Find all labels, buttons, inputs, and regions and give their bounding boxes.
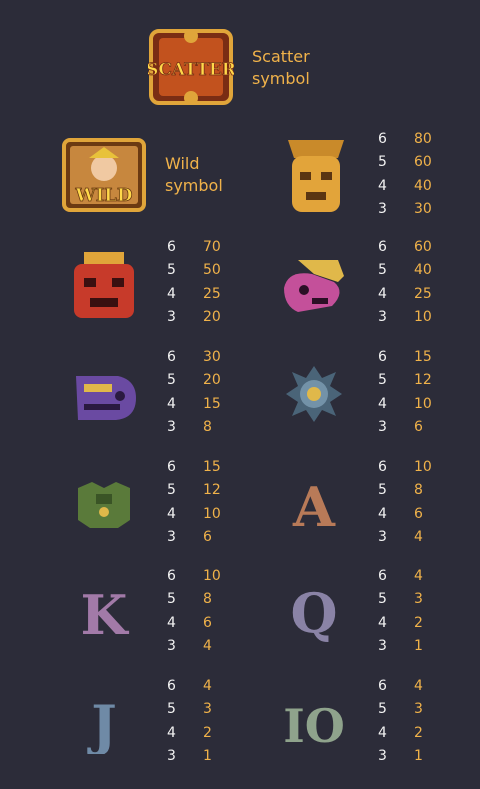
wild-label: Wild symbol bbox=[165, 154, 223, 195]
payout-row: 5 60 bbox=[378, 154, 432, 171]
scatter-symbol: SCATTER bbox=[146, 28, 237, 106]
number-10-icon: IO bbox=[283, 699, 345, 753]
payout-row: 6 60 bbox=[378, 239, 432, 255]
payout-row: 58 bbox=[167, 591, 212, 608]
paytable-green-glyph: 6 15 5 12 4 10 36 bbox=[167, 456, 221, 549]
letter-a-icon: A bbox=[292, 475, 336, 539]
payout-row: 64 bbox=[167, 678, 212, 694]
payout-row: 4 25 bbox=[167, 285, 221, 302]
payout-row: 36 bbox=[378, 418, 423, 435]
paytable-pink-serpent: 6 60 5 40 4 25 3 10 bbox=[378, 236, 432, 329]
letter-a-symbol: A bbox=[282, 472, 346, 539]
letter-q-symbol: Q bbox=[282, 578, 346, 648]
payout-row: 58 bbox=[378, 482, 423, 499]
payout-row: 6 10 bbox=[378, 459, 432, 475]
payout-row: 6 10 bbox=[167, 568, 221, 584]
scatter-label: Scatter symbol bbox=[252, 47, 310, 88]
purple-serpent-symbol bbox=[70, 366, 142, 426]
paytable-red-mask: 6 70 5 50 4 25 3 20 bbox=[167, 236, 221, 329]
payout-row: 5 50 bbox=[167, 262, 221, 279]
letter-k-symbol: K bbox=[72, 580, 136, 647]
payout-row: 53 bbox=[167, 701, 212, 718]
payout-row: 6 70 bbox=[167, 239, 221, 255]
payout-row: 36 bbox=[167, 528, 212, 545]
payout-row: 6 80 bbox=[378, 131, 432, 147]
payout-row: 6 15 bbox=[167, 459, 221, 475]
payout-row: 34 bbox=[167, 637, 212, 654]
payout-row: 6 15 bbox=[378, 349, 432, 365]
letter-q-icon: Q bbox=[290, 581, 337, 645]
payout-row: 5 12 bbox=[167, 482, 221, 499]
pink-serpent-symbol bbox=[278, 254, 352, 318]
payout-row: 4 40 bbox=[378, 177, 432, 194]
payout-row: 64 bbox=[378, 568, 423, 584]
payout-row: 42 bbox=[378, 724, 423, 741]
paytable-letter-k: 6 10 58 46 34 bbox=[167, 565, 221, 658]
letter-j-symbol: J bbox=[72, 690, 136, 757]
payout-row: 3 30 bbox=[378, 200, 432, 217]
payout-row: 4 25 bbox=[378, 285, 432, 302]
payout-row: 5 12 bbox=[378, 372, 432, 389]
payout-row: 53 bbox=[378, 701, 423, 718]
payout-row: 42 bbox=[378, 614, 423, 631]
payout-row: 31 bbox=[167, 747, 212, 764]
wild-symbol: WILD bbox=[62, 138, 146, 212]
payout-row: 3 10 bbox=[378, 308, 432, 325]
payout-row: 31 bbox=[378, 747, 423, 764]
green-glyph-icon bbox=[78, 482, 130, 528]
payout-row: 6 30 bbox=[167, 349, 221, 365]
svg-text:A: A bbox=[292, 475, 336, 536]
svg-text:SCATTER: SCATTER bbox=[148, 60, 234, 80]
payout-row: 5 40 bbox=[378, 262, 432, 279]
blue-glyph-icon bbox=[286, 366, 342, 422]
paytable-gold-mask: 6 80 5 60 4 40 3 30 bbox=[378, 128, 432, 221]
green-glyph-symbol bbox=[74, 478, 134, 530]
pink-serpent-icon bbox=[284, 260, 344, 312]
svg-text:Q: Q bbox=[290, 581, 337, 645]
gold-mask-icon bbox=[288, 140, 344, 212]
scatter-icon: SCATTER bbox=[146, 29, 237, 105]
payout-row: 64 bbox=[378, 678, 423, 694]
letter-k-icon: K bbox=[81, 583, 130, 647]
payout-row: 34 bbox=[378, 528, 423, 545]
blue-glyph-symbol bbox=[284, 364, 344, 424]
paytable-letter-a: 6 10 58 46 34 bbox=[378, 456, 432, 549]
number-10-symbol: IO bbox=[282, 690, 346, 754]
red-mask-icon bbox=[74, 252, 134, 318]
payout-row: 4 15 bbox=[167, 395, 221, 412]
red-mask-symbol bbox=[68, 250, 140, 322]
svg-text:J: J bbox=[87, 693, 117, 754]
payout-row: 4 10 bbox=[167, 505, 221, 522]
paytable-number-10: 64 53 42 31 bbox=[378, 675, 423, 768]
payout-row: 42 bbox=[167, 724, 212, 741]
payout-row: 5 20 bbox=[167, 372, 221, 389]
paytable-purple-serpent: 6 30 5 20 4 15 38 bbox=[167, 346, 221, 439]
payout-row: 53 bbox=[378, 591, 423, 608]
paytable-blue-glyph: 6 15 5 12 4 10 36 bbox=[378, 346, 432, 439]
paytable-letter-q: 64 53 42 31 bbox=[378, 565, 423, 658]
payout-row: 46 bbox=[378, 505, 423, 522]
paytable-letter-j: 64 53 42 31 bbox=[167, 675, 212, 768]
payout-row: 46 bbox=[167, 614, 212, 631]
letter-j-icon: J bbox=[87, 693, 117, 757]
payout-row: 3 20 bbox=[167, 308, 221, 325]
payout-row: 4 10 bbox=[378, 395, 432, 412]
payout-row: 31 bbox=[378, 637, 423, 654]
svg-text:K: K bbox=[81, 583, 130, 644]
wild-icon: WILD bbox=[62, 138, 146, 212]
purple-serpent-icon bbox=[76, 376, 136, 420]
gold-mask-symbol bbox=[280, 136, 352, 216]
svg-text:WILD: WILD bbox=[75, 185, 133, 206]
svg-text:IO: IO bbox=[283, 699, 345, 753]
payout-row: 38 bbox=[167, 418, 212, 435]
